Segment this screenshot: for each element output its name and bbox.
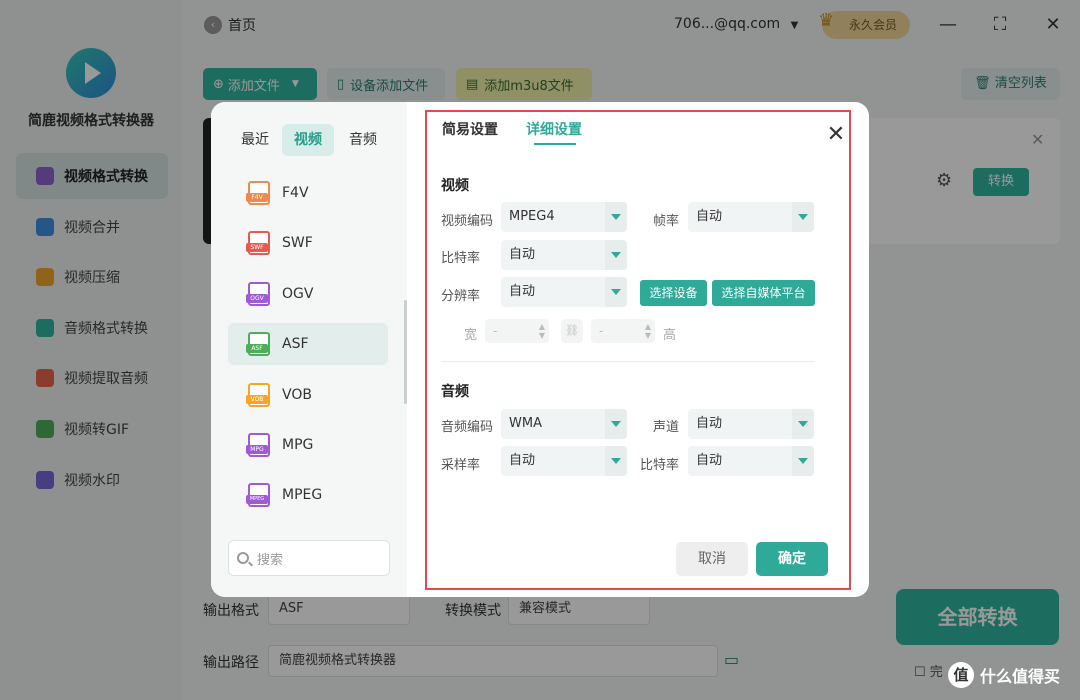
format-item-f4v[interactable]: F4V F4V (228, 172, 388, 214)
watermark-logo: 值 (948, 662, 974, 688)
format-name: OGV (282, 285, 314, 302)
file-tag: MPG (246, 444, 268, 454)
chevron-down-icon (611, 252, 621, 258)
tab-audio[interactable]: 音频 (337, 124, 389, 156)
video-bitrate-value: 自动 (509, 247, 536, 262)
chevron-down-icon (798, 214, 808, 220)
file-tag: MPEG (246, 495, 268, 505)
settings-highlight-frame (425, 110, 851, 590)
file-tag: F4V (246, 193, 268, 202)
audio-section-title: 音频 (441, 384, 469, 400)
format-list: F4V F4V SWF SWF OGV OGV ASF ASF VOB VOB … (228, 172, 388, 525)
chevron-down-icon (611, 458, 621, 464)
video-bitrate-select[interactable]: 自动 (501, 240, 627, 270)
resolution-select[interactable]: 自动 (501, 277, 627, 307)
file-tag: SWF (246, 243, 268, 253)
format-item-ogv[interactable]: OGV OGV (228, 273, 388, 315)
tab-detailed-settings[interactable]: 详细设置 (526, 119, 582, 139)
search-icon (237, 552, 249, 564)
stepper-arrows-icon: ▲ ▼ (538, 322, 545, 340)
channel-value: 自动 (696, 416, 723, 431)
chevron-down-icon (611, 289, 621, 295)
format-name: ASF (282, 336, 309, 353)
audio-codec-select[interactable]: WMA (501, 409, 627, 439)
file-icon: MPG (246, 432, 270, 457)
format-name: MPEG (282, 487, 323, 504)
framerate-select[interactable]: 自动 (688, 202, 814, 232)
audio-bitrate-label: 比特率 (640, 458, 680, 473)
chevron-down-icon (611, 421, 621, 427)
format-item-swf[interactable]: SWF SWF (228, 222, 388, 264)
resolution-value: 自动 (509, 284, 536, 299)
audio-bitrate-select[interactable]: 自动 (688, 446, 814, 476)
samplerate-label: 采样率 (441, 458, 481, 473)
channel-label: 声道 (653, 420, 680, 435)
format-name: VOB (282, 386, 312, 403)
width-value: - (493, 324, 498, 338)
tab-recent[interactable]: 最近 (229, 124, 281, 156)
audio-codec-value: WMA (509, 416, 542, 431)
watermark-text: 什么值得买 (980, 667, 1061, 686)
height-value: - (599, 324, 604, 338)
width-input[interactable]: - ▲ ▼ (485, 319, 549, 343)
format-list-scrollbar[interactable] (404, 300, 407, 404)
tab-video[interactable]: 视频 (282, 124, 334, 156)
chevron-down-icon (798, 421, 808, 427)
audio-bitrate-value: 自动 (696, 453, 723, 468)
format-name: MPG (282, 436, 314, 453)
format-item-vob[interactable]: VOB VOB (228, 374, 388, 416)
chevron-down-icon (798, 458, 808, 464)
chevron-down-icon (611, 214, 621, 220)
resolution-label: 分辨率 (441, 289, 481, 304)
file-icon: ASF (246, 332, 270, 357)
format-item-asf[interactable]: ASF ASF (228, 323, 388, 366)
file-tag: VOB (246, 394, 268, 404)
format-item-mpeg[interactable]: MPEG MPEG (228, 474, 388, 516)
select-platform-button[interactable]: 选择自媒体平台 (712, 280, 815, 306)
file-tag: OGV (246, 293, 268, 303)
file-icon: F4V (246, 181, 270, 205)
height-label: 高 (663, 328, 677, 343)
format-panel: 最近 视频 音频 F4V F4V SWF SWF OGV OGV ASF ASF… (211, 102, 407, 597)
section-divider (441, 361, 815, 362)
file-icon: OGV (246, 281, 270, 306)
file-icon: VOB (246, 382, 270, 407)
format-search-input[interactable]: 搜索 (228, 540, 390, 576)
stepper-arrows-icon: ▲ ▼ (644, 322, 651, 340)
samplerate-value: 自动 (509, 453, 536, 468)
select-device-button[interactable]: 选择设备 (640, 280, 707, 306)
video-section-title: 视频 (441, 178, 469, 194)
framerate-value: 自动 (696, 209, 723, 224)
site-watermark: 值 什么值得买 (948, 662, 1060, 688)
channel-select[interactable]: 自动 (688, 409, 814, 439)
width-label: 宽 (464, 328, 478, 343)
close-dialog-button[interactable]: ✕ (823, 122, 849, 148)
format-name: SWF (282, 235, 313, 252)
video-codec-select[interactable]: MPEG4 (501, 202, 627, 232)
search-placeholder: 搜索 (257, 552, 284, 568)
video-bitrate-label: 比特率 (441, 251, 481, 266)
confirm-button[interactable]: 确定 (756, 542, 828, 576)
tab-simple-settings[interactable]: 简易设置 (442, 119, 498, 139)
cancel-button[interactable]: 取消 (676, 542, 748, 576)
audio-codec-label: 音频编码 (441, 420, 494, 435)
format-item-mpg[interactable]: MPG MPG (228, 424, 388, 466)
height-input[interactable]: - ▲ ▼ (591, 319, 655, 343)
video-codec-value: MPEG4 (509, 209, 555, 224)
file-icon: SWF (246, 231, 270, 256)
samplerate-select[interactable]: 自动 (501, 446, 627, 476)
video-codec-label: 视频编码 (441, 214, 494, 229)
lock-ratio-icon[interactable]: ⛓ (561, 319, 583, 343)
format-name: F4V (282, 185, 309, 201)
file-tag: ASF (246, 344, 268, 354)
framerate-label: 帧率 (653, 214, 680, 229)
file-icon: MPEG (246, 483, 270, 508)
format-settings-dialog: 最近 视频 音频 F4V F4V SWF SWF OGV OGV ASF ASF… (211, 102, 869, 597)
tab-underline (534, 143, 576, 145)
